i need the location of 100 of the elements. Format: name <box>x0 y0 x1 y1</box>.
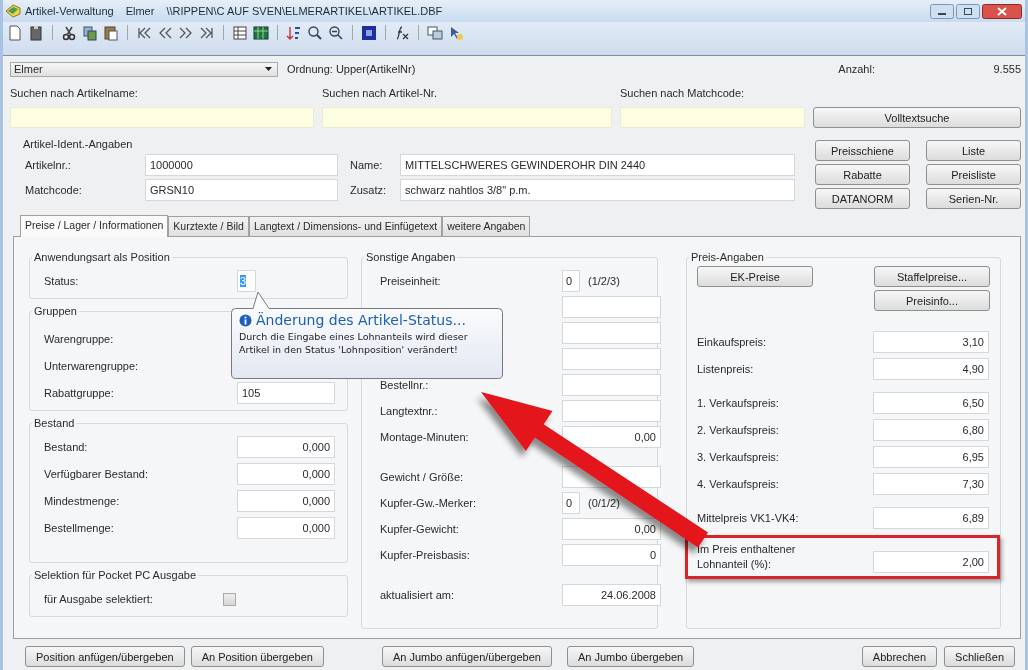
last-record-icon[interactable] <box>199 25 215 41</box>
first-record-icon[interactable] <box>136 25 152 41</box>
action-button[interactable]: EK-Preise <box>697 266 813 287</box>
dropdown[interactable]: Elmer <box>10 61 278 77</box>
text-field[interactable]: 3,10 <box>873 331 989 353</box>
field-label: 3. Verkaufspreis: <box>697 449 780 465</box>
info-icon <box>239 313 252 327</box>
field-label: Artikelnr.: <box>25 159 72 171</box>
search-field[interactable] <box>620 107 805 128</box>
text-field[interactable]: 7,30 <box>873 473 989 495</box>
checkbox[interactable] <box>223 592 236 606</box>
field-label: Unterwarengruppe: <box>43 360 139 372</box>
search-field[interactable] <box>322 107 612 128</box>
text-field[interactable]: 105 <box>237 382 335 404</box>
maximize-icon[interactable] <box>956 3 980 19</box>
text-field[interactable]: 6,50 <box>873 392 989 414</box>
text-field[interactable]: 6,89 <box>873 507 989 529</box>
field-label: 4. Verkaufspreis: <box>697 476 780 492</box>
fulltext-search-button[interactable]: Volltextsuche <box>813 107 1021 128</box>
action-button[interactable]: Liste <box>926 140 1021 161</box>
text-field[interactable]: 0,00 <box>562 518 661 540</box>
window-title: Elmer <box>125 5 155 17</box>
previous-icon[interactable] <box>157 25 173 41</box>
text-field[interactable]: 6,95 <box>873 446 989 468</box>
action-button[interactable]: An Jumbo übergeben <box>566 646 695 667</box>
group-title: Bestand <box>34 417 75 429</box>
tab[interactable]: weitere Angaben <box>442 216 531 236</box>
pointer-icon[interactable] <box>448 25 464 41</box>
tab[interactable]: Preise / Lager / Informationen <box>20 215 169 237</box>
group-title: Sonstige Angaben <box>366 251 456 263</box>
action-button[interactable]: Preisschiene <box>815 140 910 161</box>
next-icon[interactable] <box>178 25 194 41</box>
windows-icon[interactable] <box>427 25 443 41</box>
copy-icon[interactable] <box>82 25 98 41</box>
field-label: Verfügbarer Bestand: <box>43 468 148 480</box>
field-label: Mittelpreis VK1-VK4: <box>697 510 800 526</box>
count-label: Anzahl: <box>838 63 875 75</box>
hint-text: (1/2/3) <box>588 275 620 287</box>
text-field[interactable]: GRSN10 <box>145 179 338 201</box>
field-label: Mindestmenge: <box>43 495 120 507</box>
search-icon[interactable] <box>307 25 323 41</box>
text-field[interactable]: 0 <box>562 544 661 566</box>
text-field[interactable]: 0,00 <box>562 426 661 448</box>
minimize-icon[interactable] <box>930 3 954 19</box>
action-button[interactable]: Staffelpreise... <box>874 266 990 287</box>
action-button[interactable]: DATANORM <box>815 188 910 209</box>
square-icon[interactable] <box>361 25 377 41</box>
field-label: Bestellnr.: <box>379 379 430 391</box>
text-field[interactable]: 24.06.2008 <box>562 584 661 606</box>
count-value: 9.555 <box>992 63 1021 75</box>
close-icon[interactable] <box>982 3 1022 19</box>
function-icon[interactable] <box>394 25 410 41</box>
text-field[interactable]: 0 <box>562 270 580 292</box>
action-button[interactable]: An Position übergeben <box>190 646 324 667</box>
action-button[interactable]: Serien-Nr. <box>926 188 1021 209</box>
new-document-icon[interactable] <box>7 25 23 41</box>
zoom-out-icon[interactable] <box>328 25 344 41</box>
text-field[interactable]: 2,00 <box>873 551 989 573</box>
action-button[interactable]: An Jumbo anfügen/übergeben <box>381 646 552 667</box>
action-button[interactable]: Preisinfo... <box>874 290 990 311</box>
text-field[interactable]: 0 <box>562 492 580 514</box>
app-icon <box>5 4 21 18</box>
tab[interactable]: Kurztexte / Bild <box>168 216 249 236</box>
text-field[interactable]: 4,90 <box>873 358 989 380</box>
text-field[interactable] <box>562 374 661 396</box>
paste-icon[interactable] <box>103 25 119 41</box>
cut-icon[interactable] <box>61 25 77 41</box>
field-label: Kupfer-Gewicht: <box>379 523 460 535</box>
action-button[interactable]: Position anfügen/übergeben <box>25 646 185 667</box>
search-field[interactable] <box>10 107 314 128</box>
text-field[interactable]: 0,000 <box>237 517 335 539</box>
text-field[interactable]: 0,000 <box>237 490 335 512</box>
text-field[interactable] <box>562 296 661 318</box>
action-button[interactable]: Abbrechen <box>861 646 938 667</box>
action-button[interactable]: Preisliste <box>926 164 1021 185</box>
sort-order-label: Ordnung: Upper(ArtikelNr) <box>287 63 416 75</box>
grid-icon[interactable] <box>253 25 269 41</box>
text-field[interactable]: 0,000 <box>237 463 335 485</box>
field-label: aktualisiert am: <box>379 589 455 601</box>
field-label: Preiseinheit: <box>379 275 442 287</box>
action-button[interactable]: Schließen <box>944 646 1015 667</box>
text-field[interactable] <box>562 348 661 370</box>
clipboard-icon[interactable] <box>28 25 44 41</box>
field-label: Langtextnr.: <box>379 405 439 417</box>
table-icon[interactable] <box>232 25 248 41</box>
field-label: Zusatz: <box>350 184 388 196</box>
sort-icon[interactable] <box>286 25 302 41</box>
text-field[interactable]: schwarz nahtlos 3/8" p.m. <box>400 179 795 201</box>
text-field[interactable]: 0,000 <box>237 436 335 458</box>
text-field[interactable]: 1000000 <box>145 154 338 176</box>
text-field[interactable]: 6,80 <box>873 419 989 441</box>
field-label: Bestellmenge: <box>43 522 114 534</box>
tab[interactable]: Langtext / Dimensions- und Einfügetext <box>248 216 443 236</box>
field-label: Im Preis enthaltener Lohnanteil (%): <box>697 542 797 572</box>
text-field[interactable]: MITTELSCHWERES GEWINDEROHR DIN 2440 <box>400 154 795 176</box>
text-field[interactable] <box>562 400 661 422</box>
field-label: Rabattgruppe: <box>43 387 114 399</box>
action-button[interactable]: Rabatte <box>815 164 910 185</box>
group-title: Gruppen <box>34 305 77 317</box>
text-field[interactable] <box>562 322 661 344</box>
